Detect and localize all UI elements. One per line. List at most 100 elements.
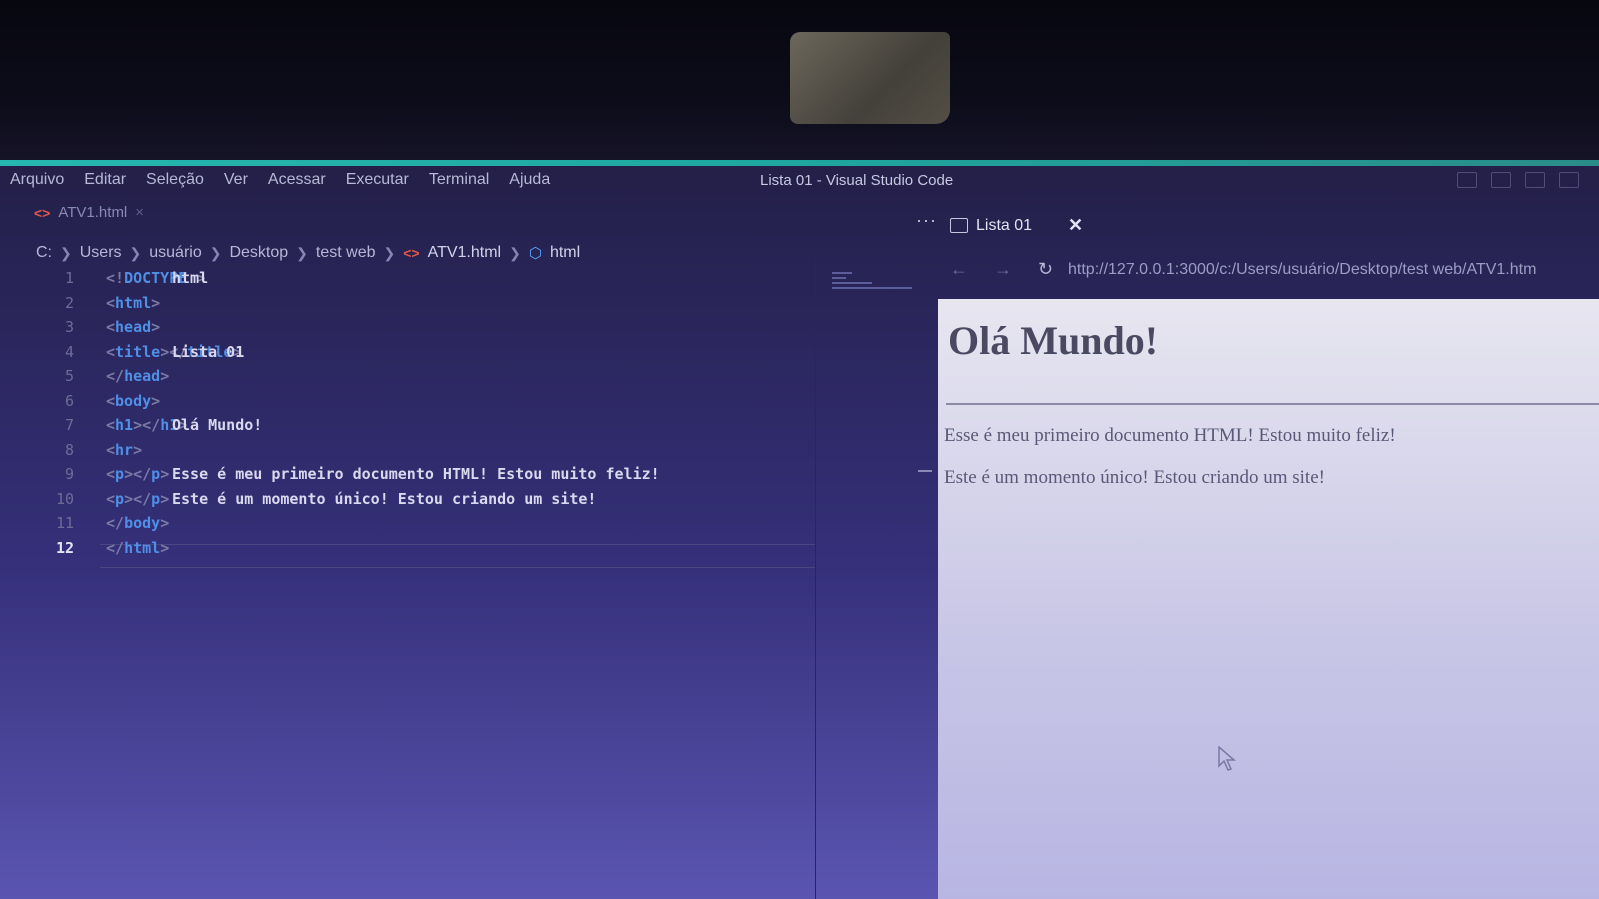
menu-acessar[interactable]: Acessar (268, 171, 326, 189)
toggle-panel-icon[interactable] (1491, 172, 1511, 188)
menu-ver[interactable]: Ver (224, 171, 248, 189)
code-text: < p > Este é um momento único! Estou criand… (106, 487, 596, 512)
line-number: 9 (64, 465, 74, 483)
code-token: > (133, 416, 143, 434)
code-line[interactable]: 9 <p> Esse é meu primeiro documento HTML!… (40, 462, 820, 487)
breadcrumb-drive[interactable]: C: (36, 244, 52, 262)
code-token: > (124, 489, 134, 508)
symbol-element-icon: ⬡ (528, 245, 542, 262)
preview-tab[interactable]: Lista 01 ✕ (950, 215, 1083, 236)
url-bar[interactable]: http://127.0.0.1:3000/c:/Users/usuário/D… (1068, 261, 1536, 279)
horizontal-rule (946, 403, 1599, 405)
menu-editar[interactable]: Editar (84, 171, 126, 189)
breadcrumb-usuario[interactable]: usuário (149, 244, 201, 262)
line-number: 1 (64, 269, 74, 287)
code-token: < (106, 416, 116, 434)
code-token: Este é um momento único! Estou criando u… (172, 489, 597, 508)
code-token: > (160, 342, 170, 361)
preview-icon (950, 218, 968, 233)
code-editor[interactable]: 1 <!DOCTYPE html >2 <html> 3 <head> 4 <title>… (40, 266, 820, 557)
code-token: </ (133, 465, 152, 483)
breadcrumb-symbol[interactable]: html (550, 244, 580, 262)
code-line[interactable]: 3 <head> (40, 315, 820, 340)
code-token: p (151, 489, 161, 508)
breadcrumb: C: ❯ Users ❯ usuário ❯ Desktop ❯ test we… (36, 244, 580, 262)
code-token: html (115, 293, 152, 312)
close-icon[interactable]: ✕ (1068, 215, 1083, 236)
code-token: <! (106, 269, 125, 287)
code-token: > (160, 367, 170, 385)
code-token: Lista 01 (172, 342, 245, 361)
menu-executar[interactable]: Executar (346, 171, 409, 189)
code-text: </head> (106, 364, 169, 389)
code-text: </html> (106, 536, 169, 561)
code-line[interactable]: 1 <!DOCTYPE html > (40, 266, 820, 291)
chevron-right-icon: ❯ (60, 244, 72, 261)
paragraph-1: Esse é meu primeiro documento HTML! Esto… (944, 425, 1396, 446)
code-token: > (151, 391, 161, 410)
code-token: p (115, 465, 125, 483)
code-token: < (106, 342, 116, 361)
code-text: <hr> (106, 438, 142, 463)
code-line[interactable]: 6 <body> (40, 389, 820, 414)
close-tab-icon[interactable]: × (135, 204, 144, 221)
code-token: < (106, 489, 116, 508)
menu-ajuda[interactable]: Ajuda (509, 171, 550, 189)
code-token: </ (133, 489, 152, 508)
line-number: 8 (64, 440, 74, 459)
customize-layout-icon[interactable] (1559, 172, 1579, 188)
code-token: html (172, 269, 209, 287)
code-text: <html> (106, 291, 160, 316)
code-text: <h1> Olá Mundo! </h1> (106, 413, 262, 438)
code-token: < (106, 293, 116, 312)
rendered-page: Olá Mundo! Esse é meu primeiro documento… (938, 299, 1599, 899)
code-line[interactable]: 7 <h1> Olá Mundo! </h1> (40, 413, 820, 438)
code-line[interactable]: 5 </head> (40, 364, 820, 389)
line-number: 3 (64, 318, 74, 336)
toggle-sidebar-icon[interactable] (1457, 172, 1477, 188)
code-token: html (124, 538, 161, 557)
code-token: </ (106, 367, 125, 385)
code-line[interactable]: 11 </body> (40, 511, 820, 536)
menu-terminal[interactable]: Terminal (429, 171, 489, 189)
menu-selecao[interactable]: Seleção (146, 171, 204, 189)
back-icon[interactable]: ← (950, 259, 968, 280)
line-number: 5 (64, 367, 74, 385)
webcam-cover (790, 32, 950, 124)
forward-icon[interactable]: → (994, 259, 1012, 280)
code-token: > (160, 465, 170, 483)
code-line[interactable]: 2 <html> (40, 291, 820, 316)
minimap[interactable] (832, 272, 922, 302)
line-number: 7 (64, 416, 74, 434)
page-heading: Olá Mundo! (948, 318, 1159, 363)
line-number: 10 (55, 489, 74, 508)
code-token: Esse é meu primeiro documento HTML! Esto… (172, 465, 660, 483)
editor-tab[interactable]: <> ATV1.html × (34, 204, 144, 221)
more-actions-icon[interactable]: ··· (916, 210, 937, 231)
code-token: > (124, 465, 134, 483)
reload-icon[interactable]: ↻ (1038, 259, 1053, 280)
code-token: </ (106, 538, 125, 557)
html-file-icon: <> (403, 245, 420, 261)
chevron-right-icon: ❯ (129, 244, 142, 261)
breadcrumb-file[interactable]: ATV1.html (428, 244, 502, 262)
code-line[interactable]: 4 <title> Lista 01 </title> (40, 340, 820, 365)
code-line[interactable]: 12 </html> (40, 536, 820, 561)
browser-nav: ← → ↻ (950, 259, 1053, 280)
breadcrumb-users[interactable]: Users (80, 244, 122, 262)
code-text: <p> Esse é meu primeiro documento HTML! E… (106, 462, 660, 487)
breadcrumb-desktop[interactable]: Desktop (229, 244, 288, 262)
toggle-secondary-sidebar-icon[interactable] (1525, 172, 1545, 188)
menu-arquivo[interactable]: Arquivo (10, 171, 64, 189)
scrollbar[interactable] (918, 470, 932, 472)
code-line[interactable]: 10 < p > Este é um momento único! Estou cri… (40, 487, 820, 512)
code-line[interactable]: 8 <hr> (40, 438, 820, 463)
editor-divider[interactable] (815, 260, 816, 899)
mouse-cursor-icon (1218, 746, 1236, 771)
code-token: body (115, 391, 152, 410)
breadcrumb-folder[interactable]: test web (316, 244, 376, 262)
